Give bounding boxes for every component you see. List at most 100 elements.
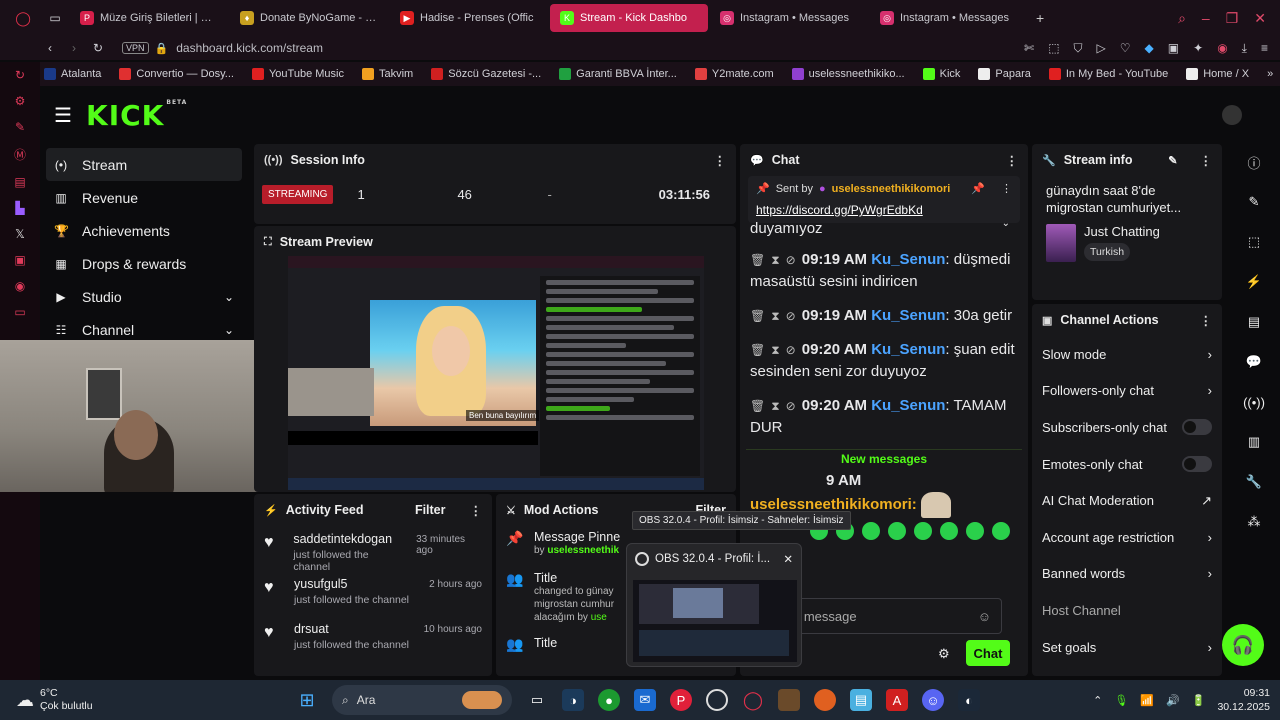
lightning-icon[interactable]: ⚡ [1239, 268, 1269, 296]
mod-user[interactable]: uselessneethik [547, 545, 619, 556]
capture-icon[interactable]: ⬚ [1239, 228, 1269, 256]
edit-icon[interactable]: ✎ [1168, 154, 1177, 167]
acrobat-icon[interactable]: A [886, 689, 908, 711]
hamburger-menu-icon[interactable]: ☰ [40, 103, 86, 128]
info-icon[interactable]: ⓘ [1239, 148, 1269, 176]
category-thumbnail[interactable] [1046, 224, 1076, 262]
activity-filter-button[interactable]: Filter [415, 503, 446, 517]
emote-icon[interactable] [966, 522, 984, 540]
tray-chevron-icon[interactable]: ⌃ [1093, 694, 1102, 707]
bookmark-item[interactable]: In My Bed - YouTube [1048, 68, 1168, 80]
kick-logo[interactable]: KICK BETA [86, 99, 187, 132]
tab-item[interactable]: K Stream - Kick Dashbo [550, 4, 708, 32]
obs-taskbar-icon[interactable] [706, 689, 728, 711]
ban-icon[interactable]: ⊘ [786, 343, 796, 357]
channel-action-set-goals[interactable]: Set goals › [1032, 629, 1222, 666]
notepad-icon[interactable]: ▤ [850, 689, 872, 711]
channel-action-host-channel[interactable]: Host Channel [1032, 592, 1222, 629]
screenshot-icon[interactable]: ⬚ [1048, 41, 1059, 56]
tab-item[interactable]: ◎ Instagram • Messages [870, 4, 1028, 32]
timeout-icon[interactable]: ⧗ [771, 253, 779, 267]
tab-item[interactable]: P Müze Giriş Biletleri | Passo [70, 4, 228, 32]
user-avatar[interactable] [1222, 105, 1242, 125]
bookmark-item[interactable]: Convertio — Dosy... [119, 68, 234, 80]
channel-actions-menu-icon[interactable]: ⋮ [1200, 313, 1213, 328]
x-rail-icon[interactable]: 𝕏 [15, 227, 25, 241]
bookmark-item[interactable]: Takvim [362, 68, 413, 80]
follower-name[interactable]: drsuat [294, 622, 409, 636]
tab-item[interactable]: ♦ Donate ByNoGame - usele [230, 4, 388, 32]
stream-info-menu-icon[interactable]: ⋮ [1200, 153, 1213, 168]
minecraft-icon[interactable] [778, 689, 800, 711]
channel-action-account-age-restriction[interactable]: Account age restriction › [1032, 519, 1222, 556]
emote-icon[interactable] [862, 522, 880, 540]
tab-item[interactable]: ▶ Hadise - Prenses (Offic [390, 4, 548, 32]
wrench-tool-icon[interactable]: 🔧 [1239, 468, 1269, 496]
search-tabs-icon[interactable]: ⌕ [1178, 10, 1186, 27]
minimize-button[interactable]: – [1202, 10, 1210, 27]
diamond-icon[interactable]: ◆ [1145, 41, 1154, 56]
chat-send-button[interactable]: Chat [966, 640, 1010, 666]
reload-icon[interactable]: ↻ [86, 41, 110, 55]
notes-icon[interactable]: ▤ [1239, 308, 1269, 336]
activity-menu-icon[interactable]: ⋮ [470, 503, 483, 518]
channel-action-ai-chat-moderation[interactable]: AI Chat Moderation ↗ [1032, 482, 1222, 519]
emote-icon[interactable] [992, 522, 1010, 540]
emoji-icon[interactable]: ☺ [978, 609, 991, 624]
weather-widget[interactable]: ☁ 6°C Çok bulutlu [0, 687, 93, 713]
ban-icon[interactable]: ⊘ [786, 253, 796, 267]
menu-icon[interactable]: ≡ [1261, 41, 1268, 56]
pinned-menu-icon[interactable]: ⋮ [1001, 182, 1012, 195]
chat-menu-icon[interactable]: ⋮ [1006, 153, 1019, 168]
sidebar-item-studio[interactable]: ▶ Studio ⌄ [46, 280, 242, 313]
taskbar-search[interactable]: ⌕ Ara [332, 685, 512, 715]
delete-icon[interactable]: 🗑 [750, 253, 765, 267]
sidebar-item-stream[interactable]: (•) Stream [46, 148, 242, 181]
twitch-rail-icon[interactable]: ▙ [15, 201, 24, 215]
message-user[interactable]: Ku_Senun [871, 397, 945, 414]
chevron-down-icon[interactable]: ⌄ [224, 323, 234, 337]
clock[interactable]: 09:31 30.12.2025 [1217, 686, 1270, 714]
ban-icon[interactable]: ⊘ [786, 309, 796, 323]
delete-icon[interactable]: 🗑 [750, 399, 765, 413]
broadcast-tool-icon[interactable]: ((•)) [1239, 388, 1269, 416]
snapshot-icon[interactable]: ✄ [1024, 41, 1034, 56]
channel-action-subscribers-only-chat[interactable]: Subscribers-only chat [1032, 409, 1222, 446]
bookmark-item[interactable]: Sözcü Gazetesi -... [431, 68, 541, 80]
bookmark-item[interactable]: Garanti BBVA İnter... [559, 68, 677, 80]
opera-logo-icon[interactable]: ◯ [15, 10, 31, 27]
app-rail-icon[interactable]: ▣ [14, 253, 25, 267]
outlook-icon[interactable]: ✉ [634, 689, 656, 711]
mic-icon[interactable]: 🎙 [1114, 694, 1128, 707]
vpn-badge[interactable]: VPN [122, 42, 149, 54]
emote-icon[interactable] [940, 522, 958, 540]
bookmark-item[interactable]: uselessneethikiko... [791, 68, 905, 80]
layout-tool-icon[interactable]: ▥ [1239, 428, 1269, 456]
camera-icon[interactable]: ▣ [1168, 41, 1179, 56]
pinned-link[interactable]: https://discord.gg/PyWgrEdbKd [756, 203, 1012, 217]
heart-icon[interactable]: ♡ [1120, 41, 1131, 56]
pinterest-icon[interactable]: P [670, 689, 692, 711]
opera-taskbar-icon[interactable]: ◯ [742, 689, 764, 711]
tab-item[interactable]: ◎ Instagram • Messages [710, 4, 868, 32]
bookmark-item[interactable]: YouTube Music [251, 68, 344, 80]
message-user[interactable]: Ku_Senun [871, 341, 945, 358]
workspaces-icon[interactable]: ▭ [49, 11, 60, 25]
spotify-rail-icon[interactable]: ◉ [15, 279, 25, 293]
timeout-icon[interactable]: ⧗ [771, 309, 779, 323]
channel-action-slow-mode[interactable]: Slow mode › [1032, 336, 1222, 373]
new-tab-button[interactable]: + [1036, 10, 1044, 26]
channel-action-banned-words[interactable]: Banned words › [1032, 556, 1222, 593]
category-name[interactable]: Just Chatting [1084, 224, 1160, 239]
xbox-icon[interactable]: ● [598, 689, 620, 711]
bookmark-item[interactable]: Atalanta [44, 68, 101, 80]
channel-action-followers-only-chat[interactable]: Followers-only chat › [1032, 373, 1222, 410]
new-messages-divider[interactable]: New messages [746, 449, 1022, 466]
task-view-icon[interactable]: ▭ [526, 689, 548, 711]
steam-icon[interactable]: ◑ [562, 689, 584, 711]
emote-icon[interactable] [888, 522, 906, 540]
sidebar-item-drops[interactable]: ▦ Drops & rewards [46, 247, 242, 280]
chevron-down-icon[interactable]: ⌄ [224, 290, 234, 304]
bookmark-item[interactable]: Kick [922, 68, 960, 80]
toggle-switch[interactable] [1182, 456, 1212, 473]
